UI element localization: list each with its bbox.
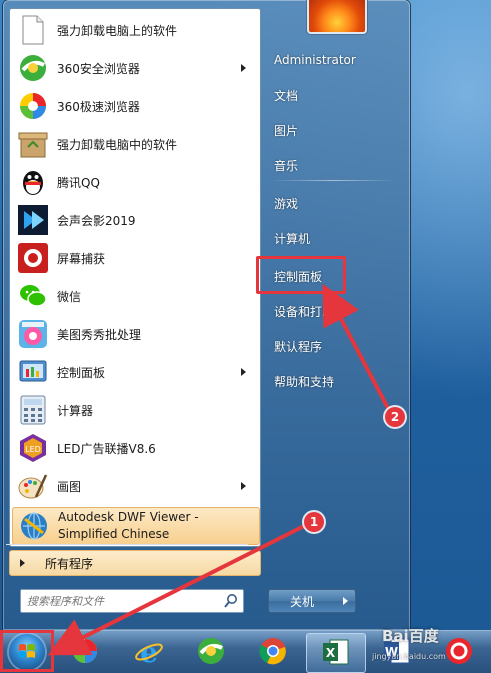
submenu-arrow-icon bbox=[241, 64, 246, 72]
triangle-right-icon bbox=[342, 597, 348, 605]
program-list: 强力卸载电脑上的软件 360安全浏览器 360极速浏览器 强力卸载电脑中的软件 … bbox=[9, 8, 261, 547]
led-icon: LED bbox=[17, 432, 49, 464]
program-label: 会声会影2019 bbox=[57, 213, 136, 228]
taskbar-chrome[interactable] bbox=[244, 633, 302, 671]
autodesk-line-2: Simplified Chinese bbox=[58, 527, 170, 541]
360-browser-icon bbox=[17, 52, 49, 84]
step-badge-2: 2 bbox=[385, 407, 405, 427]
meitu-icon bbox=[17, 318, 49, 350]
program-label: 计算器 bbox=[57, 403, 94, 418]
taskbar-360-browser[interactable] bbox=[182, 633, 240, 671]
program-label: 微信 bbox=[57, 289, 82, 304]
autodesk-globe-icon bbox=[18, 510, 50, 542]
program-label: 屏幕捕获 bbox=[57, 251, 106, 266]
svg-text:e: e bbox=[140, 636, 158, 666]
program-item-uninstall-software[interactable]: 强力卸载电脑上的软件 bbox=[12, 11, 258, 49]
control-panel-icon bbox=[17, 356, 49, 388]
default-programs-label: 默认程序 bbox=[274, 339, 323, 354]
program-label: 腾讯QQ bbox=[57, 175, 100, 190]
program-label: LED广告联播V8.6 bbox=[57, 441, 156, 456]
paint-icon bbox=[17, 470, 49, 502]
start-button-highlight bbox=[0, 630, 54, 672]
pictures-link[interactable]: 图片 bbox=[265, 115, 403, 145]
program-item-360-browser[interactable]: 360安全浏览器 bbox=[12, 49, 258, 87]
pinwheel-icon bbox=[70, 635, 100, 670]
program-label: 美图秀秀批处理 bbox=[57, 327, 142, 342]
all-programs-button[interactable]: 所有程序 bbox=[9, 550, 261, 576]
program-item-wechat[interactable]: 微信 bbox=[12, 277, 258, 315]
music-link[interactable]: 音乐 bbox=[265, 150, 403, 180]
svg-text:X: X bbox=[326, 646, 336, 660]
taskbar-excel[interactable]: X bbox=[306, 633, 366, 673]
internet-explorer-icon: e bbox=[134, 636, 164, 669]
program-item-screen-capture[interactable]: 屏幕捕获 bbox=[12, 239, 258, 277]
autodesk-line-1: Autodesk DWF Viewer - bbox=[58, 510, 199, 524]
program-item-calculator[interactable]: 计算器 bbox=[12, 391, 258, 429]
360-browser-icon bbox=[196, 636, 226, 669]
triangle-right-icon bbox=[20, 559, 25, 567]
program-item-led-ad[interactable]: LED LED广告联播V8.6 bbox=[12, 429, 258, 467]
program-label: 画图 bbox=[57, 479, 82, 494]
program-item-uninstall-software-2[interactable]: 强力卸载电脑中的软件 bbox=[12, 125, 258, 163]
watermark-logo: Bai百度 bbox=[382, 627, 439, 645]
program-label: 360安全浏览器 bbox=[57, 61, 140, 76]
documents-link[interactable]: 文档 bbox=[265, 80, 403, 110]
games-label: 游戏 bbox=[274, 196, 299, 211]
pictures-label: 图片 bbox=[274, 123, 299, 138]
search-input[interactable] bbox=[25, 592, 219, 610]
devices-printers-label: 设备和打印机 bbox=[274, 304, 347, 319]
magnifier-icon[interactable] bbox=[223, 593, 239, 609]
chrome-icon bbox=[258, 636, 288, 669]
search-box[interactable] bbox=[20, 589, 244, 613]
svg-text:LED: LED bbox=[25, 445, 41, 454]
user-name-link[interactable]: Administrator bbox=[265, 45, 403, 75]
program-label: 控制面板 bbox=[57, 365, 106, 380]
devices-printers-link[interactable]: 设备和打印机 bbox=[265, 296, 403, 326]
help-support-link[interactable]: 帮助和支持 bbox=[265, 366, 403, 396]
qq-penguin-icon bbox=[17, 166, 49, 198]
calculator-icon bbox=[17, 394, 49, 426]
video-studio-icon bbox=[17, 204, 49, 236]
program-item-tencent-qq[interactable]: 腾讯QQ bbox=[12, 163, 258, 201]
shutdown-label: 关机 bbox=[289, 594, 314, 609]
wechat-icon bbox=[17, 280, 49, 312]
shutdown-button[interactable]: 关机 bbox=[268, 589, 336, 613]
recycle-box-icon bbox=[17, 128, 49, 160]
program-label: 360极速浏览器 bbox=[57, 99, 140, 114]
default-programs-link[interactable]: 默认程序 bbox=[265, 331, 403, 361]
watermark-url: jingyan.baidu.com bbox=[372, 652, 446, 661]
step-badge-1: 1 bbox=[304, 512, 324, 532]
computer-link[interactable]: 计算机 bbox=[265, 223, 403, 253]
all-programs-label: 所有程序 bbox=[45, 556, 94, 571]
documents-label: 文档 bbox=[274, 88, 299, 103]
program-item-360-speed-browser[interactable]: 360极速浏览器 bbox=[12, 87, 258, 125]
submenu-arrow-icon bbox=[241, 368, 246, 376]
red-app-icon bbox=[444, 636, 474, 669]
submenu-arrow-icon bbox=[241, 482, 246, 490]
music-label: 音乐 bbox=[274, 158, 299, 173]
program-item-control-panel[interactable]: 控制面板 bbox=[12, 353, 258, 391]
program-label: 强力卸载电脑上的软件 bbox=[57, 23, 178, 38]
right-separator bbox=[271, 180, 397, 181]
games-link[interactable]: 游戏 bbox=[265, 188, 403, 218]
taskbar-ie-browser[interactable]: e bbox=[120, 633, 178, 671]
program-item-video-studio[interactable]: 会声会影2019 bbox=[12, 201, 258, 239]
computer-label: 计算机 bbox=[274, 231, 311, 246]
taskbar-pinwheel-app[interactable] bbox=[56, 633, 114, 671]
program-item-autodesk-dwf-viewer[interactable]: Autodesk DWF Viewer - Simplified Chinese bbox=[12, 507, 260, 545]
help-support-label: 帮助和支持 bbox=[274, 374, 335, 389]
shutdown-options-button[interactable] bbox=[335, 589, 356, 613]
control-panel-highlight bbox=[256, 256, 346, 294]
user-name-label: Administrator bbox=[274, 53, 356, 67]
separator bbox=[6, 544, 248, 545]
document-icon bbox=[17, 14, 49, 46]
screen-capture-icon bbox=[17, 242, 49, 274]
program-item-paint[interactable]: 画图 bbox=[12, 467, 258, 505]
program-item-meitu[interactable]: 美图秀秀批处理 bbox=[12, 315, 258, 353]
program-label: Autodesk DWF Viewer - Simplified Chinese bbox=[58, 509, 199, 543]
program-label: 强力卸载电脑中的软件 bbox=[57, 137, 178, 152]
excel-icon: X bbox=[322, 638, 350, 669]
360-speed-browser-icon bbox=[17, 90, 49, 122]
user-picture[interactable] bbox=[307, 0, 367, 34]
